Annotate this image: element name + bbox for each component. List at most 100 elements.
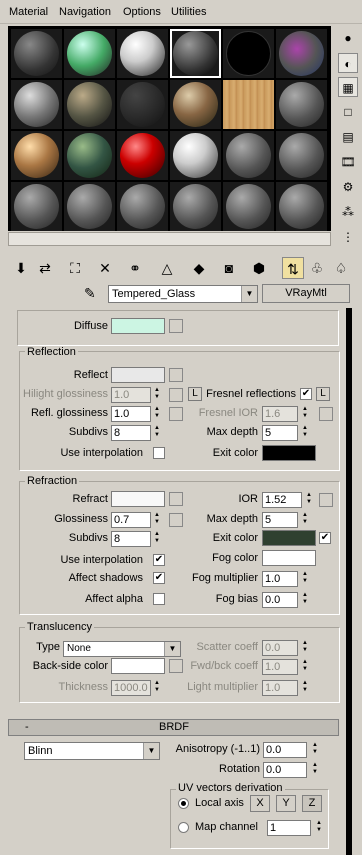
affect-alpha-checkbox[interactable]	[153, 593, 165, 605]
light-multiplier-spinner[interactable]: 1.0	[262, 680, 298, 696]
sample-slot[interactable]	[276, 131, 327, 180]
sample-slot[interactable]	[223, 131, 274, 180]
video-color-check-icon[interactable]: ▤	[338, 127, 358, 147]
hilight-map-button[interactable]	[169, 388, 183, 402]
thickness-arrows[interactable]: ▲ ▼	[152, 680, 162, 696]
sample-slot[interactable]	[11, 80, 62, 129]
material-name-field[interactable]: Tempered_Glass ▼	[108, 285, 258, 303]
back-side-color-swatch[interactable]	[111, 658, 165, 674]
back-side-map-button[interactable]	[169, 659, 183, 673]
fog-multiplier-arrows[interactable]: ▲ ▼	[300, 571, 310, 587]
make-unique-icon[interactable]: ⚭	[124, 257, 146, 279]
fwd-bck-coeff-spinner[interactable]: 1.0	[262, 659, 298, 675]
sample-slot[interactable]	[223, 29, 274, 78]
sample-slot[interactable]	[276, 80, 327, 129]
sample-slot[interactable]	[117, 131, 168, 180]
affect-shadows-checkbox[interactable]: ✔	[153, 572, 165, 584]
fresnel-checkbox[interactable]: ✔	[300, 388, 312, 400]
chevron-down-icon[interactable]: ▼	[143, 743, 159, 759]
panel-vertical-scrollbar[interactable]	[346, 308, 352, 855]
chevron-down-icon[interactable]: ▼	[241, 286, 257, 302]
refr-subdivs-spinner[interactable]: 8	[111, 531, 151, 547]
sample-slot[interactable]	[64, 131, 115, 180]
axis-z-button[interactable]: Z	[302, 795, 322, 812]
show-end-result-icon[interactable]: ⬢	[248, 257, 270, 279]
refl-subdivs-spinner[interactable]: 8	[111, 425, 151, 441]
sample-slot[interactable]	[117, 182, 168, 231]
material-effects-channel-icon[interactable]: ◆	[188, 257, 210, 279]
refr-exit-color-swatch[interactable]	[262, 530, 316, 546]
reset-map-icon[interactable]: ✕	[94, 257, 116, 279]
light-multiplier-arrows[interactable]: ▲ ▼	[300, 680, 310, 696]
sample-slot[interactable]	[64, 29, 115, 78]
make-preview-icon[interactable]: 🎞	[338, 152, 358, 172]
scatter-coeff-spinner[interactable]: 0.0	[262, 640, 298, 656]
refr-glossiness-map-button[interactable]	[169, 513, 183, 527]
fog-multiplier-spinner[interactable]: 1.0	[262, 571, 298, 587]
refl-subdivs-arrows[interactable]: ▲ ▼	[152, 425, 162, 441]
refl-exit-color-swatch[interactable]	[262, 445, 316, 461]
background-icon[interactable]: ▦	[338, 77, 358, 97]
diffuse-color-swatch[interactable]	[111, 318, 165, 334]
sample-uv-tiling-icon[interactable]: □	[338, 102, 358, 122]
ior-spinner[interactable]: 1.52	[262, 492, 302, 508]
menu-utilities[interactable]: Utilities	[171, 6, 206, 18]
sample-slot[interactable]	[276, 29, 327, 78]
refr-subdivs-arrows[interactable]: ▲ ▼	[152, 531, 162, 547]
hilight-lock-button[interactable]: L	[188, 387, 202, 401]
sample-slot[interactable]	[117, 80, 168, 129]
refl-max-depth-spinner[interactable]: 5	[262, 425, 298, 441]
fog-color-swatch[interactable]	[262, 550, 316, 566]
sample-slot[interactable]	[276, 182, 327, 231]
sample-type-icon[interactable]: ●	[338, 28, 358, 48]
local-axis-radio[interactable]	[178, 798, 189, 809]
ior-map-button[interactable]	[319, 493, 333, 507]
rotation-arrows[interactable]: ▲ ▼	[310, 762, 320, 778]
thickness-spinner[interactable]: 1000.0	[111, 680, 151, 696]
fwd-bck-coeff-arrows[interactable]: ▲ ▼	[300, 659, 310, 675]
sample-slot[interactable]	[223, 80, 274, 129]
sample-slot[interactable]	[170, 80, 221, 129]
sample-slot[interactable]	[64, 182, 115, 231]
sample-slot[interactable]	[223, 182, 274, 231]
refl-glossiness-spinner[interactable]: 1.0	[111, 406, 151, 422]
anisotropy-arrows[interactable]: ▲ ▼	[310, 742, 320, 758]
refr-exit-color-checkbox[interactable]: ✔	[319, 532, 331, 544]
fresnel-ior-spinner[interactable]: 1.6	[262, 406, 298, 422]
ior-arrows[interactable]: ▲ ▼	[304, 492, 314, 508]
backlight-icon[interactable]: ◐	[338, 53, 358, 73]
select-by-material-icon[interactable]: ⁂	[338, 202, 358, 222]
axis-y-button[interactable]: Y	[276, 795, 296, 812]
refr-max-depth-spinner[interactable]: 5	[262, 512, 298, 528]
scatter-coeff-arrows[interactable]: ▲ ▼	[300, 640, 310, 656]
chevron-down-icon[interactable]: ▼	[164, 642, 180, 656]
show-map-in-viewport-icon[interactable]: ◙	[218, 257, 240, 279]
reflect-map-button[interactable]	[169, 368, 183, 382]
sample-slot[interactable]	[117, 29, 168, 78]
put-to-library-icon[interactable]: △	[156, 257, 178, 279]
map-channel-spinner[interactable]: 1	[267, 820, 311, 836]
sample-slot[interactable]	[64, 80, 115, 129]
rotation-spinner[interactable]: 0.0	[263, 762, 307, 778]
menu-material[interactable]: Material	[9, 6, 48, 18]
sample-slot[interactable]	[170, 131, 221, 180]
material-type-button[interactable]: VRayMtl	[262, 284, 350, 303]
refl-use-interp-checkbox[interactable]	[153, 447, 165, 459]
sample-slot-active[interactable]	[170, 29, 221, 78]
fresnel-ior-arrows[interactable]: ▲ ▼	[300, 406, 310, 422]
fresnel-lock-button[interactable]: L	[316, 387, 330, 401]
refr-glossiness-spinner[interactable]: 0.7	[111, 512, 151, 528]
options-icon[interactable]: ⚙	[338, 177, 358, 197]
go-to-parent-icon[interactable]: ⇅	[282, 257, 304, 279]
map-channel-radio[interactable]	[178, 822, 189, 833]
reflect-color-swatch[interactable]	[111, 367, 165, 383]
go-forward-sibling-icon[interactable]: ♧	[306, 257, 328, 279]
anisotropy-spinner[interactable]: 0.0	[263, 742, 307, 758]
put-material-icon[interactable]: ⇄	[34, 257, 56, 279]
refl-glossiness-map-button[interactable]	[169, 407, 183, 421]
hilight-spinner-arrows[interactable]: ▲ ▼	[152, 387, 162, 403]
pick-material-eyedropper-icon[interactable]: ✎	[84, 285, 104, 301]
slots-horizontal-scrollbar[interactable]	[8, 232, 331, 246]
translucency-type-dropdown[interactable]: None ▼	[63, 641, 181, 657]
sample-slot[interactable]	[170, 182, 221, 231]
